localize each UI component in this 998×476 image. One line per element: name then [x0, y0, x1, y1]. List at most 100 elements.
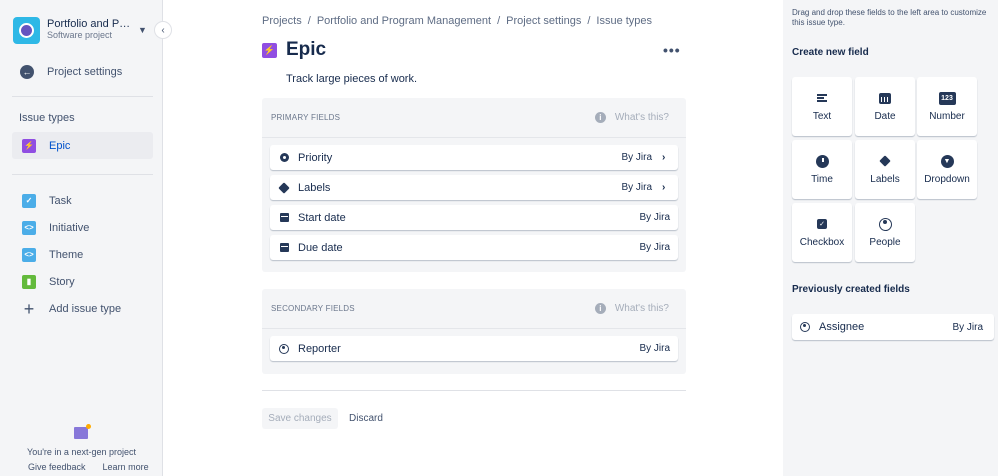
field-label: Labels: [298, 181, 331, 194]
field-label: Reporter: [298, 342, 341, 355]
chevron-down-icon[interactable]: ▼: [138, 25, 147, 35]
secondary-fields-title: SECONDARY FIELDS: [271, 304, 355, 313]
info-icon[interactable]: i: [594, 112, 606, 123]
tile-label: Text: [812, 111, 832, 122]
label-icon: [278, 181, 290, 194]
give-feedback-link[interactable]: Give feedback: [28, 462, 86, 472]
field-source: By Jira: [639, 343, 670, 354]
field-row-priority[interactable]: Priority By Jira ›: [270, 145, 678, 170]
checkbox-icon: ✓: [817, 217, 827, 231]
sidebar-item-label: Theme: [49, 248, 84, 261]
tile-label: Time: [811, 174, 833, 185]
sidebar-item-label: Story: [49, 275, 75, 288]
collapse-sidebar-button[interactable]: ‹: [154, 21, 172, 39]
drag-hint: Drag and drop these fields to the left a…: [792, 8, 987, 27]
tile-label: People: [869, 237, 901, 248]
field-tile-text[interactable]: Text: [792, 77, 852, 136]
next-gen-notice: You're in a next-gen project: [27, 447, 136, 457]
breadcrumb-projects[interactable]: Projects: [262, 15, 302, 27]
previous-fields-heading: Previously created fields: [792, 284, 910, 295]
tile-label: Labels: [870, 174, 900, 185]
field-tile-dropdown[interactable]: ▼ Dropdown: [917, 140, 977, 199]
sidebar: Portfolio and Pro... Software project ▼ …: [0, 0, 163, 476]
sidebar-item-theme[interactable]: <> Theme: [12, 241, 153, 268]
project-name: Portfolio and Pro...: [47, 19, 132, 30]
field-tile-number[interactable]: 123 Number: [917, 77, 977, 136]
field-tile-people[interactable]: People: [855, 203, 915, 262]
field-tile-labels[interactable]: Labels: [855, 140, 915, 199]
previous-field-assignee[interactable]: Assignee By Jira: [792, 314, 994, 340]
tile-label: Checkbox: [799, 237, 845, 248]
add-issue-type-button[interactable]: + Add issue type: [12, 295, 153, 322]
discard-button[interactable]: Discard: [349, 408, 383, 429]
more-actions-button[interactable]: •••: [663, 42, 681, 58]
actions-divider: [262, 390, 686, 391]
issue-type-description[interactable]: Track large pieces of work.: [286, 73, 417, 85]
project-switcher[interactable]: Portfolio and Pro... Software project ▼: [13, 15, 153, 45]
chevron-right-icon[interactable]: ›: [662, 182, 670, 193]
primary-fields-section: PRIMARY FIELDS i What's this? Priority B…: [262, 98, 686, 272]
info-icon[interactable]: i: [594, 303, 606, 314]
field-row-due-date[interactable]: Due date By Jira: [270, 235, 678, 260]
dropdown-icon: ▼: [940, 154, 954, 168]
clock-icon: [815, 154, 829, 168]
field-tile-checkbox[interactable]: ✓ Checkbox: [792, 203, 852, 262]
field-row-reporter[interactable]: Reporter By Jira: [270, 336, 678, 361]
priority-icon: [279, 153, 289, 163]
learn-more-link[interactable]: Learn more: [103, 462, 149, 472]
breadcrumb-separator: /: [587, 15, 591, 27]
page-title: Epic: [286, 39, 327, 60]
field-row-start-date[interactable]: Start date By Jira: [270, 205, 678, 230]
sidebar-item-task[interactable]: ✓ Task: [12, 187, 153, 214]
field-palette-panel: Drag and drop these fields to the left a…: [783, 0, 998, 476]
project-settings-label: Project settings: [47, 66, 123, 78]
field-source: By Jira: [639, 242, 670, 253]
sidebar-divider: [12, 96, 153, 97]
field-source: By Jira: [952, 321, 983, 333]
field-label: Assignee: [819, 321, 865, 333]
plus-icon: +: [23, 298, 35, 319]
whats-this-link[interactable]: What's this?: [615, 303, 669, 314]
project-avatar: [13, 16, 40, 44]
add-issue-type-label: Add issue type: [49, 302, 122, 315]
back-arrow-icon: ←: [20, 65, 34, 79]
tile-label: Date: [874, 111, 896, 122]
sidebar-item-label: Task: [49, 194, 72, 207]
tile-label: Number: [929, 111, 965, 122]
chevron-left-icon: ‹: [161, 24, 165, 36]
number-glyph: 123: [938, 91, 956, 105]
calendar-icon: [279, 243, 289, 253]
breadcrumb-settings[interactable]: Project settings: [506, 15, 581, 27]
chevron-right-icon[interactable]: ›: [662, 152, 670, 163]
primary-fields-title: PRIMARY FIELDS: [271, 113, 341, 122]
field-label: Start date: [298, 211, 346, 224]
breadcrumb-separator: /: [307, 15, 311, 27]
project-type: Software project: [47, 30, 113, 40]
breadcrumb-issue-types[interactable]: Issue types: [596, 15, 652, 27]
tile-label: Dropdown: [924, 174, 970, 185]
field-tile-time[interactable]: Time: [792, 140, 852, 199]
secondary-fields-section: SECONDARY FIELDS i What's this? Reporter…: [262, 289, 686, 374]
theme-icon: <>: [22, 247, 36, 262]
field-tile-date[interactable]: Date: [855, 77, 915, 136]
task-icon: ✓: [22, 193, 36, 208]
field-label: Priority: [298, 151, 333, 164]
sidebar-item-story[interactable]: ▮ Story: [12, 268, 153, 295]
number-icon: 123: [938, 91, 956, 105]
field-row-labels[interactable]: Labels By Jira ›: [270, 175, 678, 200]
field-source: By Jira: [639, 212, 670, 223]
person-icon: [800, 322, 810, 332]
sidebar-item-epic[interactable]: ⚡ Epic: [12, 132, 153, 159]
breadcrumb-separator: /: [497, 15, 501, 27]
project-settings-link[interactable]: ← Project settings: [20, 63, 122, 81]
text-icon: [817, 91, 827, 105]
breadcrumb: Projects / Portfolio and Program Manageme…: [262, 15, 652, 27]
sidebar-item-label: Epic: [49, 139, 71, 152]
whats-this-link[interactable]: What's this?: [615, 112, 669, 123]
epic-icon: ⚡: [22, 138, 36, 153]
next-gen-icon: [74, 424, 91, 439]
save-changes-button[interactable]: Save changes: [262, 408, 338, 429]
breadcrumb-project[interactable]: Portfolio and Program Management: [317, 15, 491, 27]
sidebar-item-initiative[interactable]: <> Initiative: [12, 214, 153, 241]
create-field-heading: Create new field: [792, 47, 869, 58]
